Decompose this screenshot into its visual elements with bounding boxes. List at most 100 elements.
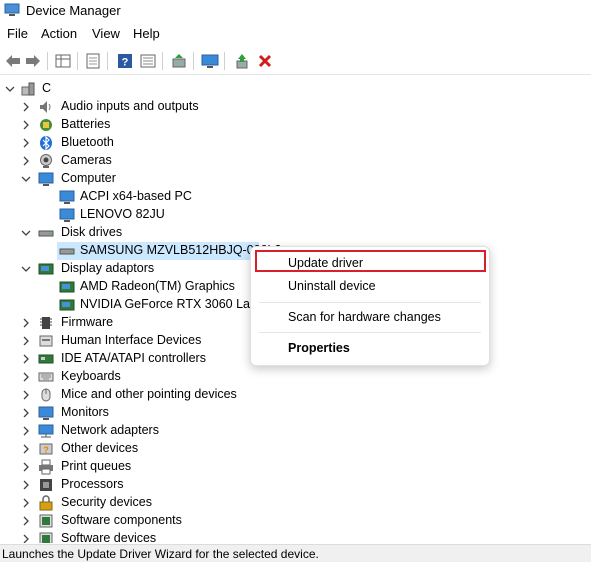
tree-item-processors[interactable]: Processors [0, 476, 240, 494]
tree-label: Computer [61, 171, 116, 185]
tree-item-software-devices[interactable]: Software devices [0, 530, 240, 543]
tree-item-lenovo[interactable]: LENOVO 82JU [0, 206, 300, 224]
chevron-right-icon[interactable] [20, 317, 32, 329]
svg-text:?: ? [43, 445, 49, 455]
chevron-right-icon[interactable] [20, 101, 32, 113]
chevron-right-icon[interactable] [20, 371, 32, 383]
tree-item-keyboards[interactable]: Keyboards [0, 368, 240, 386]
tree-item-hid[interactable]: Human Interface Devices [0, 332, 240, 350]
menu-item-label: Uninstall device [288, 279, 376, 293]
tree-label: Human Interface Devices [61, 333, 202, 347]
tree-item-nvidia-graphics[interactable]: NVIDIA GeForce RTX 3060 Laptop [0, 296, 252, 314]
properties-menu-item[interactable]: Properties [251, 337, 489, 359]
tree-label: Firmware [61, 315, 114, 329]
menu-file[interactable]: File [7, 26, 28, 41]
tree-item-software-components[interactable]: Software components [0, 512, 240, 530]
document-icon [86, 53, 100, 69]
tree-label: Processors [61, 477, 124, 491]
status-bar: Launches the Update Driver Wizard for th… [0, 544, 591, 562]
show-hide-button[interactable] [83, 51, 103, 71]
tree-label: Cameras [61, 153, 112, 167]
scan-hardware-menu-item[interactable]: Scan for hardware changes [251, 306, 489, 328]
chevron-right-icon[interactable] [20, 137, 32, 149]
chevron-right-icon[interactable] [20, 515, 32, 527]
tree-item-computer[interactable]: Computer [0, 170, 300, 188]
chevron-down-icon[interactable] [20, 227, 32, 239]
printer-icon [39, 459, 53, 475]
scan-view-button[interactable] [138, 51, 158, 71]
tree-label: Security devices [61, 495, 153, 509]
tree-item-print-queues[interactable]: Print queues [0, 458, 240, 476]
tree-item-other-devices[interactable]: ? Other devices [0, 440, 240, 458]
grid-icon [55, 54, 71, 68]
tree-item-acpi-pc[interactable]: ACPI x64-based PC [0, 188, 300, 206]
tree-item-samsung-ssd[interactable]: SAMSUNG MZVLB512HBJQ-000L2 [57, 242, 281, 260]
toolbar: ? [0, 48, 591, 75]
chevron-right-icon[interactable] [20, 389, 32, 401]
tree-label: Monitors [61, 405, 109, 419]
chevron-right-icon[interactable] [20, 425, 32, 437]
tree-item-security-devices[interactable]: Security devices [0, 494, 240, 512]
tree-item-bluetooth[interactable]: Bluetooth [0, 134, 300, 152]
chevron-right-icon[interactable] [20, 479, 32, 491]
tree-item-batteries[interactable]: Batteries [0, 116, 300, 134]
tree-item-cameras[interactable]: Cameras [0, 152, 300, 170]
tree-label: Disk drives [61, 225, 123, 239]
help-icon: ? [118, 54, 132, 69]
monitor-icon [201, 54, 219, 68]
tree-item-mice[interactable]: Mice and other pointing devices [0, 386, 260, 404]
battery-icon [40, 119, 52, 131]
tree-item-ide[interactable]: IDE ATA/ATAPI controllers [0, 350, 240, 368]
status-text: Launches the Update Driver Wizard for th… [2, 547, 319, 561]
processor-icon [40, 479, 52, 491]
chevron-down-icon[interactable] [20, 173, 32, 185]
display-adapter-icon [38, 263, 54, 275]
tree-root[interactable]: C [0, 80, 200, 98]
menu-action[interactable]: Action [41, 26, 77, 41]
tree-item-network-adapters[interactable]: Network adapters [0, 422, 240, 440]
toolbar-separator [224, 52, 225, 70]
chevron-right-icon[interactable] [20, 461, 32, 473]
chevron-right-icon[interactable] [20, 353, 32, 365]
chevron-right-icon[interactable] [20, 443, 32, 455]
chevron-down-icon[interactable] [4, 83, 16, 95]
help-button[interactable]: ? [115, 51, 135, 71]
title-bar: Device Manager [0, 0, 591, 22]
enable-device-button[interactable] [232, 51, 252, 71]
window-title: Device Manager [26, 3, 121, 18]
monitor-icon [59, 190, 75, 204]
chevron-right-icon[interactable] [20, 497, 32, 509]
toolbar-separator [77, 52, 78, 70]
menu-item-label: Properties [288, 341, 350, 355]
chevron-right-icon[interactable] [20, 533, 32, 543]
properties-grid-button[interactable] [53, 51, 73, 71]
uninstall-device-menu-item[interactable]: Uninstall device [251, 275, 489, 297]
chevron-down-icon[interactable] [20, 263, 32, 275]
computer-tree-icon [21, 82, 35, 96]
chevron-right-icon[interactable] [20, 407, 32, 419]
ide-controller-icon [38, 354, 54, 364]
toolbar-separator [47, 52, 48, 70]
uninstall-device-button[interactable] [255, 51, 275, 71]
chevron-right-icon[interactable] [20, 155, 32, 167]
tree-label: Display adaptors [61, 261, 155, 275]
back-button[interactable] [3, 51, 23, 71]
software-device-icon [39, 532, 53, 543]
chevron-right-icon[interactable] [20, 119, 32, 131]
tree-label: Software devices [61, 531, 157, 543]
tree-item-firmware[interactable]: Firmware [0, 314, 240, 332]
update-driver-toolbar-button[interactable] [169, 51, 189, 71]
tree-item-monitors[interactable]: Monitors [0, 404, 240, 422]
tree-item-audio[interactable]: Audio inputs and outputs [0, 98, 300, 116]
tree-item-amd-graphics[interactable]: AMD Radeon(TM) Graphics [0, 278, 250, 296]
chevron-right-icon[interactable] [20, 335, 32, 347]
menu-help[interactable]: Help [133, 26, 160, 41]
monitor-button[interactable] [200, 51, 220, 71]
tree-item-disk-drives[interactable]: Disk drives [0, 224, 300, 242]
monitor-icon [38, 172, 54, 186]
software-component-icon [39, 514, 53, 528]
tree-item-display-adaptors[interactable]: Display adaptors [0, 260, 250, 278]
menu-view[interactable]: View [92, 26, 120, 41]
forward-button[interactable] [23, 51, 43, 71]
display-adapter-icon [59, 299, 75, 311]
